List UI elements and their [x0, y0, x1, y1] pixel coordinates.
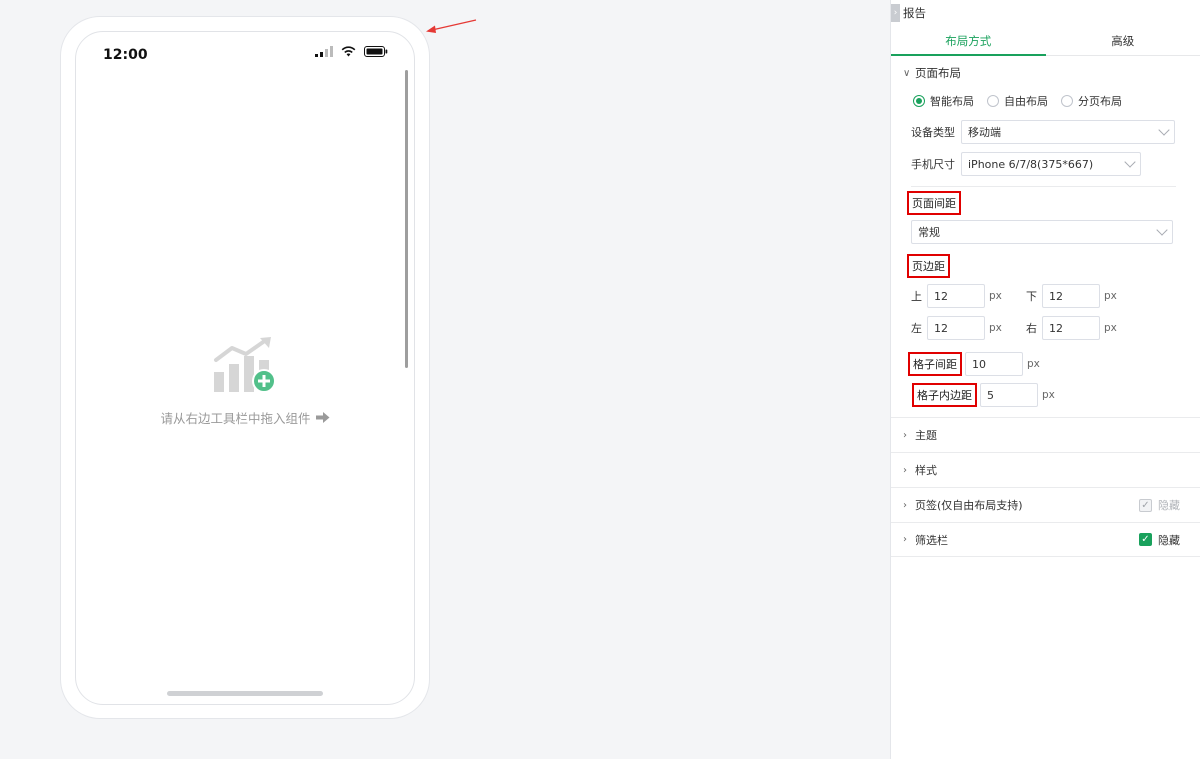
phone-frame: 12:00 请从右边工具栏中拖入组件	[60, 16, 430, 719]
page-spacing-select[interactable]: 常规	[911, 220, 1173, 244]
radio-unchecked-icon	[1061, 95, 1073, 107]
margin-bottom-label: 下	[1026, 290, 1037, 303]
phone-size-label: 手机尺寸	[911, 158, 955, 171]
empty-hint: 请从右边工具栏中拖入组件	[76, 408, 414, 427]
radio-label: 智能布局	[930, 95, 974, 108]
unit-label: px	[1042, 389, 1055, 401]
chevron-down-icon: ∨	[903, 67, 911, 79]
filter-hide-checkbox[interactable]: ✓ 隐藏	[1139, 532, 1180, 548]
section-theme-title: 主题	[915, 429, 937, 442]
radio-paged-layout[interactable]: 分页布局	[1061, 93, 1122, 109]
radio-unchecked-icon	[987, 95, 999, 107]
chevron-down-icon	[1158, 124, 1170, 136]
grid-gap-row: 格子间距 10 px	[908, 352, 1176, 376]
collapse-panel-button[interactable]: ›	[891, 4, 900, 22]
wifi-icon	[341, 46, 356, 57]
chevron-down-icon	[1156, 224, 1168, 236]
margin-right-item: 右 12 px	[1026, 316, 1117, 340]
panel-header: › 报告	[891, 0, 1200, 26]
page-margin-label: 页边距	[907, 254, 950, 278]
radio-free-layout[interactable]: 自由布局	[987, 93, 1048, 109]
arrow-right-icon	[315, 412, 329, 423]
divider	[911, 186, 1176, 187]
battery-icon	[364, 46, 388, 57]
page-spacing-label: 页面间距	[907, 191, 961, 215]
margin-right-input[interactable]: 12	[1042, 316, 1100, 340]
margin-left-label: 左	[911, 322, 922, 335]
section-style-title: 样式	[915, 464, 937, 477]
layout-mode-radios: 智能布局 自由布局 分页布局	[913, 90, 1176, 112]
empty-hint-text: 请从右边工具栏中拖入组件	[160, 411, 311, 426]
margin-top-input[interactable]: 12	[927, 284, 985, 308]
unit-label: px	[1104, 322, 1117, 334]
section-page-layout-title: 页面布局	[915, 66, 961, 80]
radio-checked-icon	[913, 95, 925, 107]
device-type-label: 设备类型	[911, 126, 955, 139]
settings-panel: › 报告 布局方式 高级 ∨ 页面布局 智能布局 自由布局 分页布局 设备类型	[890, 0, 1200, 759]
grid-padding-label: 格子内边距	[912, 383, 977, 407]
chevron-right-icon: ›	[903, 534, 907, 545]
unit-label: px	[1027, 358, 1040, 370]
phone-screen: 12:00 请从右边工具栏中拖入组件	[75, 31, 415, 705]
device-type-row: 设备类型 移动端	[911, 116, 1176, 148]
chart-add-icon	[214, 337, 276, 393]
unit-label: px	[1104, 290, 1117, 302]
scrollbar[interactable]	[405, 70, 408, 368]
grid-padding-row: 格子内边距 5 px	[912, 383, 1176, 407]
grid-gap-label: 格子间距	[908, 352, 962, 376]
page-spacing-value: 常规	[918, 226, 940, 239]
status-icons	[315, 46, 388, 57]
section-page-layout-header[interactable]: ∨ 页面布局	[891, 56, 1200, 90]
section-filter-bar[interactable]: › 筛选栏 ✓ 隐藏	[891, 522, 1200, 557]
home-indicator	[167, 691, 323, 696]
chevron-right-icon: ›	[903, 429, 907, 441]
section-style[interactable]: › 样式	[891, 452, 1200, 487]
section-filter-title: 筛选栏	[915, 533, 948, 547]
panel-title: 报告	[903, 6, 926, 20]
signal-icon	[315, 46, 333, 57]
section-theme[interactable]: › 主题	[891, 417, 1200, 452]
tabs-hide-checkbox[interactable]: ✓ 隐藏	[1139, 497, 1180, 513]
checkbox-disabled-icon: ✓	[1139, 498, 1152, 512]
checkbox-checked-icon: ✓	[1139, 533, 1152, 546]
grid-padding-input[interactable]: 5	[980, 383, 1038, 407]
margin-bottom-input[interactable]: 12	[1042, 284, 1100, 308]
device-type-value: 移动端	[968, 126, 1001, 139]
device-type-select[interactable]: 移动端	[961, 120, 1175, 144]
margin-top-item: 上 12 px	[911, 284, 1002, 308]
unit-label: px	[989, 322, 1002, 334]
chevron-right-icon: ›	[903, 464, 907, 476]
tab-advanced[interactable]: 高级	[1046, 26, 1200, 55]
chevron-right-icon: ›	[903, 499, 907, 511]
section-page-layout-body: 智能布局 自由布局 分页布局 设备类型 移动端 手机尺寸 iPhone 6/7/…	[891, 90, 1200, 407]
margin-left-item: 左 12 px	[911, 316, 1002, 340]
margin-left-input[interactable]: 12	[927, 316, 985, 340]
panel-tabs: 布局方式 高级	[891, 26, 1200, 56]
margin-right-label: 右	[1026, 322, 1037, 335]
radio-label: 分页布局	[1078, 95, 1122, 108]
unit-label: px	[989, 290, 1002, 302]
section-tabs-title: 页签(仅自由布局支持)	[915, 499, 1023, 512]
phone-size-row: 手机尺寸 iPhone 6/7/8(375*667)	[911, 148, 1176, 180]
radio-smart-layout[interactable]: 智能布局	[913, 93, 974, 109]
grid-gap-input[interactable]: 10	[965, 352, 1023, 376]
phone-size-select[interactable]: iPhone 6/7/8(375*667)	[961, 152, 1141, 176]
margin-bottom-item: 下 12 px	[1026, 284, 1117, 308]
section-tabs[interactable]: › 页签(仅自由布局支持) ✓ 隐藏	[891, 487, 1200, 522]
chevron-down-icon	[1124, 156, 1136, 168]
phone-size-value: iPhone 6/7/8(375*667)	[968, 157, 1094, 171]
status-time: 12:00	[103, 47, 148, 63]
filter-hide-label: 隐藏	[1158, 533, 1180, 547]
tabs-hide-label: 隐藏	[1158, 499, 1180, 512]
margin-top-label: 上	[911, 290, 922, 303]
radio-label: 自由布局	[1004, 95, 1048, 108]
tab-layout[interactable]: 布局方式	[891, 26, 1046, 56]
red-arrow-annotation	[426, 19, 477, 33]
margin-grid: 上 12 px 下 12 px 左 12 px 右 12 px	[911, 284, 1176, 348]
